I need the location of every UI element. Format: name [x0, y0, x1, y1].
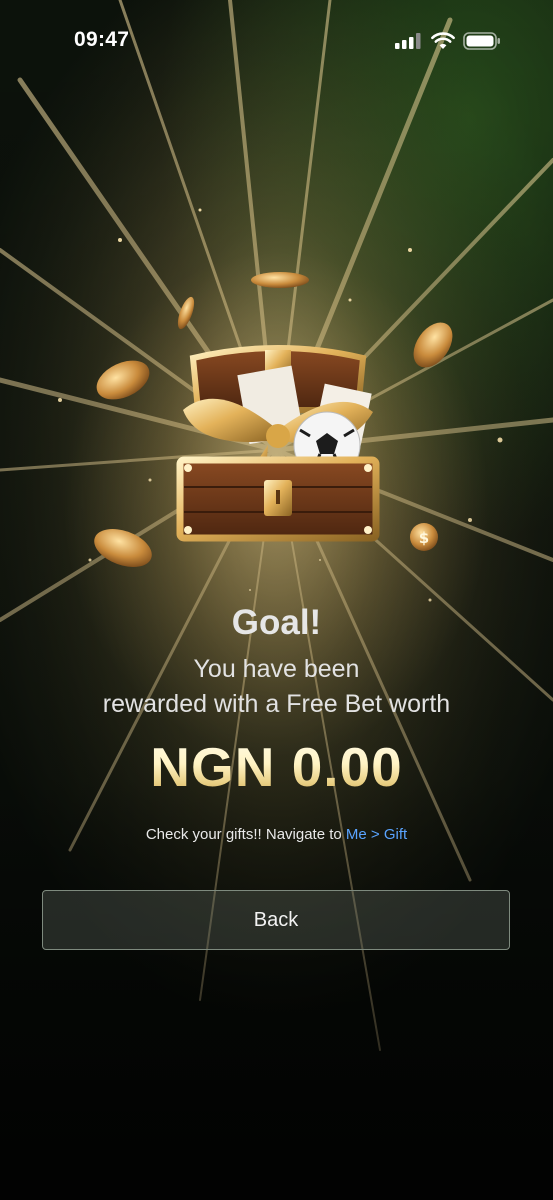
gift-hint: Check your gifts!! Navigate to Me > Gift [0, 826, 553, 843]
coin-icon [413, 322, 453, 368]
battery-icon [463, 32, 500, 50]
gift-hint-text: Check your gifts!! Navigate to [145, 826, 346, 843]
status-icons [395, 30, 501, 52]
back-button[interactable]: Back [42, 890, 510, 950]
gift-navigation-link[interactable]: Me > Gift [346, 826, 407, 843]
reward-headline: Goal! [231, 603, 322, 642]
reward-amount: NGN 0.00 [0, 735, 553, 799]
coin-icon [94, 529, 152, 567]
status-bar: 09:47 [0, 0, 553, 82]
back-button-label: Back [253, 908, 299, 931]
reward-message-line-1: You have been [193, 655, 360, 683]
status-time: 09:47 [74, 28, 130, 51]
light-rays-background [0, 0, 553, 1200]
reward-message-line-2: rewarded with a Free Bet worth [102, 690, 451, 718]
coin-icon [177, 296, 195, 330]
wifi-icon [431, 32, 455, 49]
treasure-chest-illustration: $ [94, 272, 453, 567]
svg-text:$: $ [419, 529, 429, 547]
coin-icon [251, 272, 309, 288]
coin-icon [96, 360, 150, 400]
signal-icon [395, 33, 421, 49]
